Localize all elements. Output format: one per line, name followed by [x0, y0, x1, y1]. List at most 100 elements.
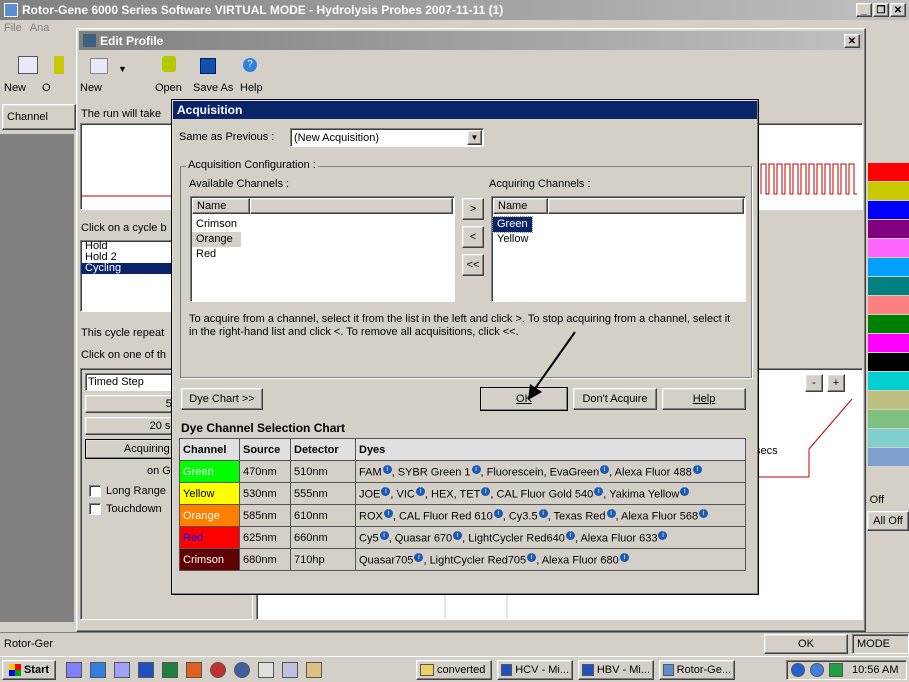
color-swatch[interactable] [868, 163, 909, 182]
dye-info-icon[interactable]: i [415, 486, 425, 496]
dye-info-icon[interactable]: i [594, 486, 604, 496]
dye-info-icon[interactable]: i [481, 486, 491, 496]
color-swatch[interactable] [868, 410, 909, 429]
word-icon[interactable] [138, 662, 154, 678]
chevron-down-icon[interactable]: ▼ [467, 130, 482, 145]
new-profile-icon[interactable] [90, 58, 108, 74]
same-as-previous-select[interactable]: (New Acquisition) ▼ [290, 128, 484, 147]
dye-info-icon[interactable]: i [606, 508, 616, 518]
touchdown-option[interactable]: Touchdown [89, 503, 162, 515]
dye-info-icon[interactable]: i [379, 530, 389, 540]
help-icon[interactable]: ? [243, 58, 257, 72]
open-profile-icon[interactable] [162, 56, 176, 72]
main-new-label[interactable]: New [4, 82, 26, 94]
quick-launch-icon-8[interactable] [234, 662, 250, 678]
new-run-icon[interactable] [18, 56, 38, 74]
dye-info-icon[interactable]: i [658, 530, 668, 540]
acquiring-name-header[interactable]: Name [493, 198, 548, 214]
dye-info-icon[interactable]: i [538, 508, 548, 518]
ie-icon[interactable] [90, 662, 106, 678]
edit-help-label[interactable]: Help [240, 82, 263, 94]
add-channel-button[interactable]: > [462, 198, 484, 220]
acquiring-to-button[interactable]: Acquiring to [85, 439, 185, 459]
close-button[interactable]: ✕ [890, 3, 906, 17]
status-ok-button[interactable]: OK [764, 634, 848, 654]
menu-file[interactable]: File [4, 22, 22, 34]
edit-save-as-label[interactable]: Save As [193, 82, 233, 94]
open-run-icon[interactable] [54, 56, 64, 74]
dye-info-icon[interactable]: i [453, 530, 463, 540]
dye-info-icon[interactable]: i [699, 508, 709, 518]
long-range-checkbox[interactable] [89, 485, 101, 497]
main-open-label[interactable]: O [42, 82, 51, 94]
edit-profile-close-button[interactable]: ✕ [844, 34, 860, 48]
acquiring-item-green[interactable]: Green [491, 216, 534, 233]
dye-info-icon[interactable]: i [471, 464, 481, 474]
acquiring-channels-list[interactable]: Name Green Yellow [491, 196, 746, 302]
quick-launch-icon-11[interactable] [306, 662, 322, 678]
available-channels-list[interactable]: Name Crimson Orange Red [190, 196, 455, 302]
dye-info-icon[interactable]: i [382, 464, 392, 474]
excel-icon[interactable] [162, 662, 178, 678]
available-name-header[interactable]: Name [192, 198, 250, 214]
color-swatch[interactable] [868, 277, 909, 296]
dye-info-icon[interactable]: i [527, 552, 537, 562]
task-hbv[interactable]: HBV - Mi... [578, 660, 654, 680]
remove-all-channels-button[interactable]: << [462, 254, 484, 276]
start-button[interactable]: Start [2, 660, 56, 680]
minimize-button[interactable]: _ [856, 3, 872, 17]
tray-info-icon[interactable] [791, 663, 805, 677]
color-swatch[interactable] [868, 429, 909, 448]
dye-info-icon[interactable]: i [600, 464, 610, 474]
color-swatch[interactable] [868, 448, 909, 467]
dye-info-icon[interactable]: i [680, 486, 690, 496]
dye-info-icon[interactable]: i [493, 508, 503, 518]
menu-analysis[interactable]: Ana [30, 22, 50, 34]
acquiring-item-yellow[interactable]: Yellow [493, 232, 532, 247]
cycle-list[interactable]: Hold Hold 2 Cycling [80, 240, 176, 312]
available-item-red[interactable]: Red [192, 247, 241, 262]
available-item-crimson[interactable]: Crimson [192, 217, 241, 232]
color-swatch[interactable] [868, 353, 909, 372]
restore-button[interactable]: ❐ [873, 3, 889, 17]
edit-new-label[interactable]: New [80, 82, 102, 94]
cycle-item-cycling[interactable]: Cycling [81, 263, 175, 274]
color-swatch[interactable] [868, 258, 909, 277]
quick-launch-icon-1[interactable] [66, 662, 82, 678]
task-rotor-gene[interactable]: Rotor-Ge... [659, 660, 735, 680]
step-temp-button[interactable]: 55º [85, 395, 185, 413]
long-range-option[interactable]: Long Range [89, 485, 166, 497]
graph-zoom-out-button[interactable]: - [805, 374, 823, 392]
dye-info-icon[interactable]: i [414, 552, 424, 562]
task-converted[interactable]: converted [416, 660, 492, 680]
tray-network-icon[interactable] [810, 663, 824, 677]
color-swatch[interactable] [868, 334, 909, 353]
dye-info-icon[interactable]: i [383, 508, 393, 518]
step-type-select[interactable]: Timed Step [85, 373, 185, 391]
save-as-icon[interactable] [200, 58, 216, 74]
color-swatch[interactable] [868, 391, 909, 410]
color-swatch[interactable] [868, 296, 909, 315]
available-item-orange[interactable]: Orange [192, 232, 241, 247]
dye-info-icon[interactable]: i [692, 464, 702, 474]
color-swatch[interactable] [868, 201, 909, 220]
tray-monitor-icon[interactable] [829, 663, 843, 677]
help-button[interactable]: Help [662, 388, 746, 410]
dye-chart-button[interactable]: Dye Chart >> [181, 388, 263, 410]
touchdown-checkbox[interactable] [89, 503, 101, 515]
dye-info-icon[interactable]: i [565, 530, 575, 540]
quick-launch-icon-3[interactable] [114, 662, 130, 678]
tab-channel[interactable]: Channel [2, 104, 76, 130]
media-icon[interactable] [210, 662, 226, 678]
powerpoint-icon[interactable] [186, 662, 202, 678]
color-swatch[interactable] [868, 220, 909, 239]
remove-channel-button[interactable]: < [462, 226, 484, 248]
color-swatch[interactable] [868, 372, 909, 391]
color-swatch[interactable] [868, 182, 909, 201]
quick-launch-icon-10[interactable] [282, 662, 298, 678]
edit-open-label[interactable]: Open [155, 82, 182, 94]
graph-zoom-in-button[interactable]: + [827, 374, 845, 392]
all-off-button[interactable]: All Off [867, 511, 909, 531]
step-time-button[interactable]: 20 sec [85, 417, 185, 435]
task-hcv[interactable]: HCV - Mi... [497, 660, 573, 680]
